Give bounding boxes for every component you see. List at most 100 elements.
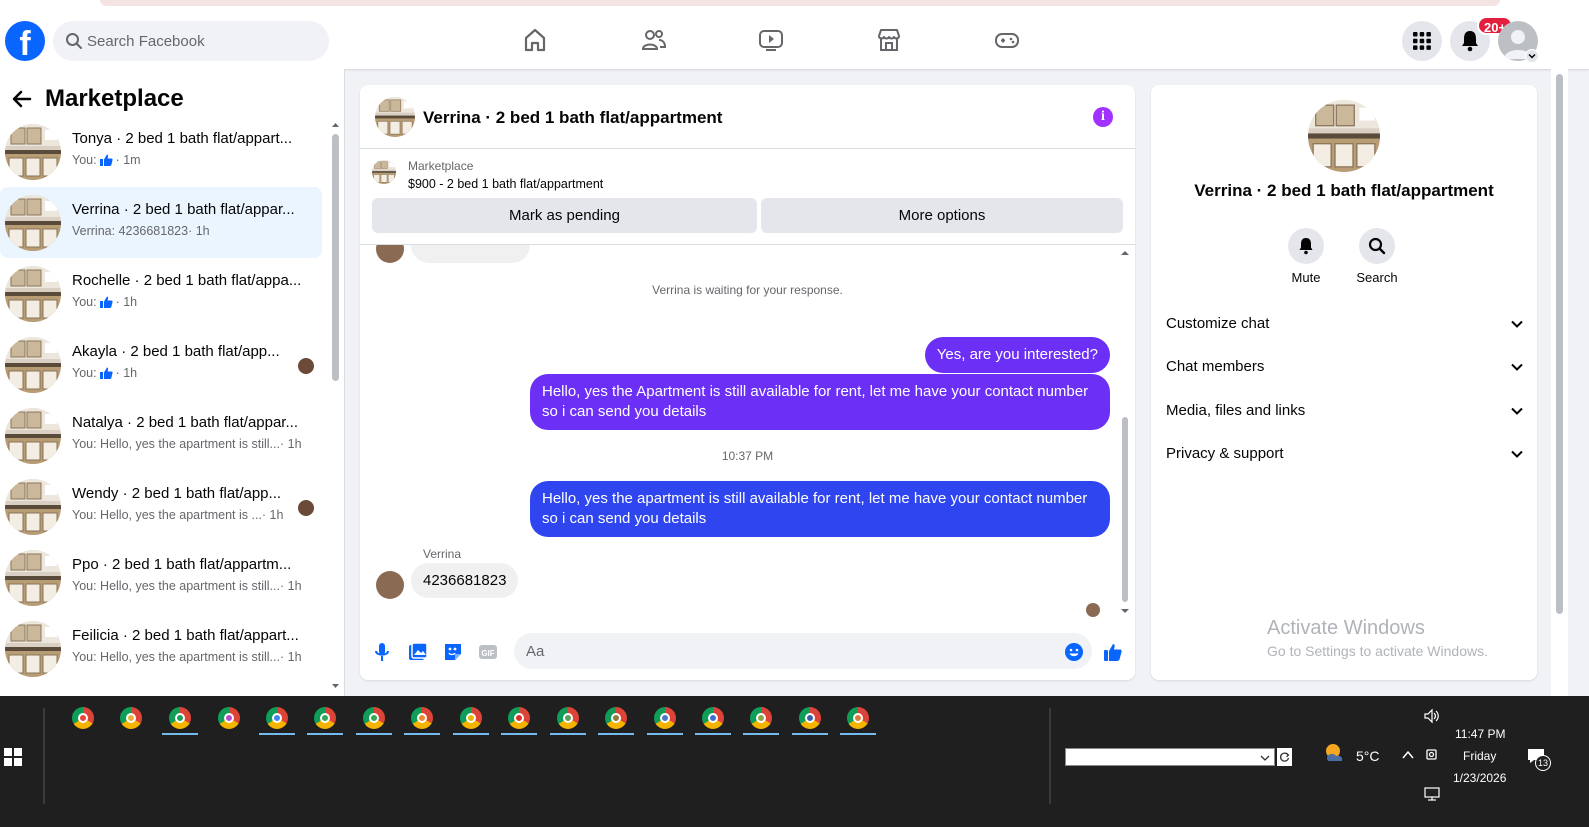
clock-day[interactable]: Friday bbox=[1463, 749, 1496, 763]
row-label: Chat members bbox=[1166, 358, 1265, 375]
taskbar-separator bbox=[43, 708, 45, 804]
taskbar-app[interactable] bbox=[402, 704, 442, 736]
privacy-support-row[interactable]: Privacy & support bbox=[1166, 436, 1524, 472]
sticker-icon[interactable] bbox=[442, 641, 464, 663]
mute-label: Mute bbox=[1291, 270, 1321, 285]
conversation-preview: You: Hello, yes the apartment is still..… bbox=[72, 437, 302, 451]
mute-action[interactable]: Mute bbox=[1276, 228, 1336, 285]
taskbar-app[interactable] bbox=[354, 704, 394, 736]
media-files-links-row[interactable]: Media, files and links bbox=[1166, 393, 1524, 429]
page-scroll-thumb[interactable] bbox=[1556, 74, 1563, 614]
gif-icon[interactable]: GIF bbox=[477, 641, 499, 663]
more-options-button[interactable]: More options bbox=[761, 198, 1123, 233]
conversation-item[interactable]: Akayla · 2 bed 1 bath flat/app... You: · 1… bbox=[0, 329, 322, 400]
taskbar-app[interactable] bbox=[838, 704, 878, 736]
video-icon[interactable] bbox=[757, 26, 785, 54]
row-label: Media, files and links bbox=[1166, 402, 1306, 419]
taskbar-app[interactable] bbox=[209, 704, 249, 736]
marketplace-icon[interactable] bbox=[875, 26, 903, 54]
menu-button[interactable] bbox=[1402, 21, 1442, 61]
scroll-up-icon[interactable] bbox=[331, 121, 340, 129]
info-icon[interactable]: i bbox=[1093, 107, 1113, 127]
taskbar-app[interactable] bbox=[451, 704, 491, 736]
account-chevron-icon[interactable] bbox=[1525, 49, 1539, 63]
friends-icon[interactable] bbox=[640, 26, 668, 54]
meet-now-icon[interactable] bbox=[1424, 746, 1440, 764]
facebook-header: f 20+ bbox=[0, 12, 1589, 69]
running-indicator bbox=[550, 733, 586, 735]
volume-icon[interactable] bbox=[1423, 708, 1441, 724]
customize-chat-row[interactable]: Customize chat bbox=[1166, 306, 1524, 342]
search-action[interactable]: Search bbox=[1347, 228, 1407, 285]
photo-icon[interactable] bbox=[407, 641, 429, 663]
taskbar-app[interactable] bbox=[305, 704, 345, 736]
taskbar-app[interactable] bbox=[596, 704, 636, 736]
gaming-icon[interactable] bbox=[993, 26, 1021, 54]
search-input[interactable] bbox=[87, 21, 317, 61]
chevron-up-icon[interactable] bbox=[1401, 749, 1415, 761]
sender-avatar bbox=[376, 571, 404, 599]
windows-start-icon[interactable] bbox=[4, 748, 22, 766]
clock-time[interactable]: 11:47 PM bbox=[1455, 727, 1505, 741]
emoji-icon[interactable] bbox=[1063, 641, 1085, 663]
weather-icon[interactable] bbox=[1322, 741, 1348, 767]
refresh-icon[interactable] bbox=[1277, 748, 1292, 766]
taskbar-app[interactable] bbox=[790, 704, 830, 736]
weather-temperature[interactable]: 5°C bbox=[1356, 748, 1380, 764]
conversation-item[interactable]: Wendy · 2 bed 1 bath flat/app... You: Hel… bbox=[0, 471, 322, 542]
preview-text: Verrina: 4236681823 bbox=[72, 224, 189, 238]
conversation-item[interactable]: Tonya · 2 bed 1 bath flat/appart... You: ·… bbox=[0, 116, 322, 187]
sidebar-scrollbar[interactable] bbox=[331, 119, 340, 696]
taskbar-app[interactable] bbox=[741, 704, 781, 736]
chat-listing-thumbnail[interactable] bbox=[375, 97, 415, 137]
details-listing-thumbnail[interactable] bbox=[1308, 100, 1380, 172]
chat-title[interactable]: Verrina · 2 bed 1 bath flat/appartment bbox=[423, 108, 722, 128]
microphone-icon[interactable] bbox=[371, 641, 393, 663]
clock-date[interactable]: 1/23/2026 bbox=[1453, 771, 1506, 785]
page-scrollbar[interactable] bbox=[1551, 69, 1568, 696]
scroll-down-icon[interactable] bbox=[331, 682, 340, 690]
preview-time: · 1m bbox=[115, 153, 141, 167]
conversation-item[interactable]: Verrina · 2 bed 1 bath flat/appar... Verr… bbox=[0, 187, 322, 258]
conversation-thumbnail bbox=[5, 266, 61, 322]
home-icon[interactable] bbox=[521, 26, 549, 54]
taskbar-app[interactable] bbox=[548, 704, 588, 736]
listing-price[interactable]: $900 - 2 bed 1 bath flat/appartment bbox=[408, 177, 603, 191]
running-indicator bbox=[162, 733, 198, 735]
search-box[interactable] bbox=[53, 21, 329, 61]
conversation-item[interactable]: Natalya · 2 bed 1 bath flat/appar... You:… bbox=[0, 400, 322, 471]
message-input[interactable] bbox=[514, 633, 1092, 669]
sidebar-scroll-thumb[interactable] bbox=[332, 134, 339, 381]
chat-members-row[interactable]: Chat members bbox=[1166, 349, 1524, 385]
chrome-profile-icon bbox=[557, 707, 579, 729]
taskbar-app[interactable] bbox=[645, 704, 685, 736]
conversation-item[interactable]: Ppo · 2 bed 1 bath flat/appartm... You: H… bbox=[0, 542, 322, 613]
sidebar-header: Marketplace bbox=[10, 81, 184, 117]
search-icon bbox=[1368, 237, 1386, 255]
like-icon[interactable] bbox=[1102, 641, 1124, 663]
chat-scroll-thumb[interactable] bbox=[1122, 417, 1128, 602]
taskbar-app[interactable] bbox=[111, 704, 151, 736]
taskbar-address-box[interactable] bbox=[1065, 748, 1275, 766]
listing-thumbnail[interactable] bbox=[372, 160, 396, 184]
conversation-item[interactable]: Rochelle · 2 bed 1 bath flat/appa... You:… bbox=[0, 258, 322, 329]
taskbar-app[interactable] bbox=[63, 704, 103, 736]
conversation-item[interactable]: Feilicia · 2 bed 1 bath flat/appart... Yo… bbox=[0, 613, 322, 684]
back-arrow-icon[interactable] bbox=[10, 87, 34, 111]
conversation-thumbnail bbox=[5, 479, 61, 535]
scroll-up-icon[interactable] bbox=[1120, 249, 1130, 257]
facebook-logo-icon[interactable]: f bbox=[5, 21, 45, 61]
taskbar-separator bbox=[1049, 708, 1051, 804]
message-composer: GIF bbox=[360, 625, 1135, 680]
scroll-down-icon[interactable] bbox=[1120, 607, 1130, 615]
network-icon[interactable] bbox=[1423, 786, 1441, 802]
chat-scrollbar[interactable] bbox=[1120, 247, 1130, 617]
listing-photo bbox=[5, 124, 61, 180]
preview-time: · 1h bbox=[261, 508, 284, 522]
sidebar-title: Marketplace bbox=[45, 85, 184, 112]
taskbar-app[interactable] bbox=[257, 704, 297, 736]
taskbar-app[interactable] bbox=[693, 704, 733, 736]
taskbar-app[interactable] bbox=[499, 704, 539, 736]
taskbar-app[interactable] bbox=[160, 704, 200, 736]
mark-as-pending-button[interactable]: Mark as pending bbox=[372, 198, 757, 233]
